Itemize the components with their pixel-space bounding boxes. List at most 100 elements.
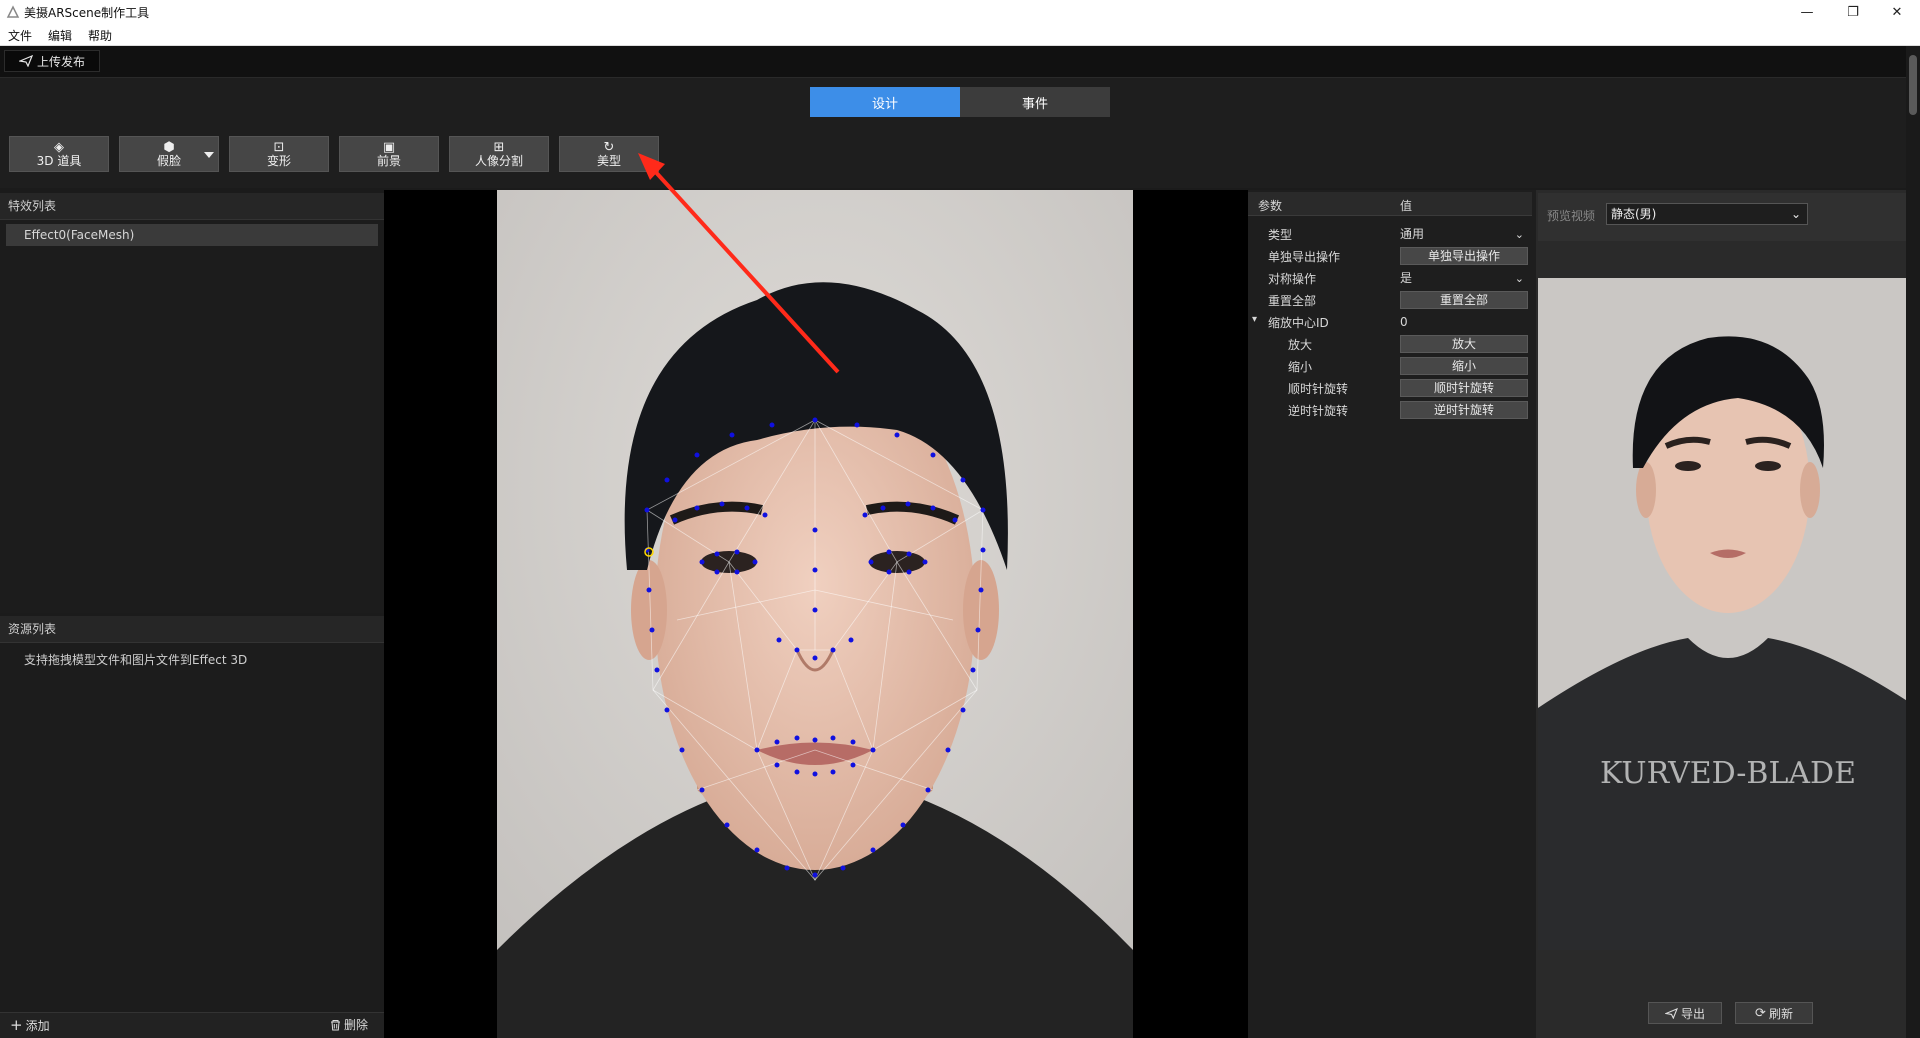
resources-panel-title: 资源列表 — [0, 616, 384, 643]
minimize-button[interactable]: — — [1784, 0, 1830, 24]
delete-label: 删除 — [344, 1018, 369, 1032]
prop-name: 类型 — [1268, 228, 1293, 242]
export-button[interactable]: 导出 — [1648, 1002, 1722, 1024]
publish-label: 上传发布 — [36, 54, 85, 69]
prop-name: 缩放中心ID — [1268, 316, 1329, 330]
preview-drawing: KURVED-BLADE — [1538, 278, 1918, 950]
prop-row-zoom-in: 放大 放大 — [1250, 334, 1530, 354]
tab-design[interactable]: 设计 — [810, 87, 960, 117]
prop-row-rotate-cw: 顺时针旋转 顺时针旋转 — [1250, 378, 1530, 398]
zoom-in-button[interactable]: 放大 — [1400, 335, 1528, 353]
maximize-button[interactable]: ❐ — [1830, 0, 1876, 24]
tool-label: 假脸 — [156, 153, 181, 168]
image-icon: ▣ — [382, 139, 396, 155]
tab-events[interactable]: 事件 — [960, 87, 1110, 117]
window-title: 美摄ARScene制作工具 — [24, 6, 150, 20]
export-op-button[interactable]: 单独导出操作 — [1400, 247, 1528, 265]
prop-value: 通用 — [1400, 227, 1425, 241]
add-label: 添加 — [25, 1018, 50, 1033]
refresh-icon: ⟳ — [1755, 1005, 1766, 1021]
chevron-down-icon[interactable] — [204, 152, 214, 158]
effect-list-item[interactable]: Effect0(FaceMesh) — [6, 224, 378, 246]
refresh-icon: ↻ — [603, 139, 615, 155]
menu-bar: 文件 编辑 帮助 — [0, 24, 1920, 46]
title-bar: 美摄ARScene制作工具 — ❐ ✕ — [0, 0, 1920, 24]
face-photo[interactable] — [497, 190, 1133, 1038]
prop-row-type: 类型 通用 ⌄ — [1250, 224, 1530, 244]
effects-panel: 特效列表 — [0, 193, 384, 613]
resources-hint: 支持拖拽模型文件和图片文件到Effect 3D — [24, 653, 248, 667]
prop-name: 缩小 — [1288, 360, 1313, 374]
preview-selected-value: 静态(男) — [1611, 207, 1657, 221]
prop-row-scale-center: ▾ 缩放中心ID 0 — [1250, 312, 1530, 332]
rotate-ccw-button[interactable]: 逆时针旋转 — [1400, 401, 1528, 419]
menu-help[interactable]: 帮助 — [88, 27, 112, 44]
trash-icon — [331, 1019, 340, 1030]
prop-row-reset-all: 重置全部 重置全部 — [1250, 290, 1530, 310]
zoom-out-button[interactable]: 缩小 — [1400, 357, 1528, 375]
chevron-down-icon: ⌄ — [1514, 228, 1524, 241]
effects-panel-title: 特效列表 — [0, 193, 384, 220]
tool-foreground-button[interactable]: ▣ 前景 — [339, 136, 439, 172]
chevron-down-icon: ⌄ — [1790, 207, 1801, 221]
rotate-cw-button[interactable]: 顺时针旋转 — [1400, 379, 1528, 397]
scrollbar-thumb[interactable] — [1909, 55, 1917, 115]
prop-value: 是 — [1400, 271, 1413, 285]
export-label: 导出 — [1680, 1006, 1705, 1021]
tool-label: 前景 — [376, 153, 401, 168]
plus-icon: + — [10, 1016, 23, 1034]
warp-icon: ⊡ — [273, 139, 285, 155]
reset-all-button[interactable]: 重置全部 — [1400, 291, 1528, 309]
preview-video: KURVED-BLADE — [1538, 278, 1918, 950]
portrait-icon: ⊞ — [493, 139, 505, 155]
menu-file[interactable]: 文件 — [8, 27, 32, 44]
refresh-label: 刷新 — [1768, 1006, 1793, 1021]
top-toolbar: 上传发布 — [0, 46, 1920, 78]
send-icon — [18, 55, 33, 67]
refresh-button[interactable]: ⟳ 刷新 — [1735, 1002, 1813, 1024]
value-column-header: 值 — [1400, 199, 1413, 213]
tool-fake-face-button[interactable]: ⬢ 假脸 — [119, 136, 219, 172]
preview-video-select[interactable]: 静态(男) ⌄ — [1606, 203, 1808, 225]
tool-warp-button[interactable]: ⊡ 变形 — [229, 136, 329, 172]
mask-icon: ⬢ — [163, 139, 175, 155]
prop-name: 重置全部 — [1268, 294, 1317, 308]
prop-name: 逆时针旋转 — [1288, 404, 1349, 418]
delete-button[interactable]: 删除 — [330, 1016, 368, 1033]
resource-actions-bar — [0, 1012, 384, 1038]
properties-header: 参数 值 — [1248, 192, 1532, 216]
tool-beauty-shape-button[interactable]: ↻ 美型 — [559, 136, 659, 172]
param-column-header: 参数 — [1258, 199, 1283, 213]
cube-icon: ◈ — [54, 139, 64, 155]
tool-label: 人像分割 — [474, 153, 523, 168]
prop-name: 对称操作 — [1268, 272, 1317, 286]
prop-row-export-op: 单独导出操作 单独导出操作 — [1250, 246, 1530, 266]
publish-button[interactable]: 上传发布 — [4, 50, 100, 72]
tool-label: 美型 — [596, 153, 621, 168]
close-button[interactable]: ✕ — [1874, 0, 1920, 24]
prop-row-rotate-ccw: 逆时针旋转 逆时针旋转 — [1250, 400, 1530, 420]
prop-name: 顺时针旋转 — [1288, 382, 1349, 396]
prop-type-select[interactable]: 通用 ⌄ — [1400, 225, 1528, 243]
tool-label: 3D 道具 — [36, 153, 82, 168]
prop-name: 放大 — [1288, 338, 1313, 352]
window-scrollbar[interactable] — [1906, 46, 1920, 1038]
shirt-print: KURVED-BLADE — [1600, 756, 1856, 791]
tool-portrait-segment-button[interactable]: ⊞ 人像分割 — [449, 136, 549, 172]
menu-edit[interactable]: 编辑 — [48, 27, 72, 44]
chevron-down-icon[interactable]: ▾ — [1252, 314, 1257, 325]
add-button[interactable]: + 添加 — [10, 1016, 50, 1034]
resources-panel: 资源列表 — [0, 616, 384, 1012]
face-photo-drawing — [497, 190, 1133, 1038]
send-icon — [1664, 1007, 1678, 1019]
scale-center-value[interactable]: 0 — [1400, 313, 1528, 331]
prop-name: 单独导出操作 — [1268, 250, 1341, 264]
prop-row-symmetry: 对称操作 是 ⌄ — [1250, 268, 1530, 288]
prop-symmetry-select[interactable]: 是 ⌄ — [1400, 269, 1528, 287]
chevron-down-icon: ⌄ — [1514, 272, 1524, 285]
app-logo-icon — [6, 5, 20, 18]
tool-3d-prop-button[interactable]: ◈ 3D 道具 — [9, 136, 109, 172]
tool-label: 变形 — [266, 153, 291, 168]
preview-label: 预览视频 — [1547, 209, 1596, 223]
prop-row-zoom-out: 缩小 缩小 — [1250, 356, 1530, 376]
